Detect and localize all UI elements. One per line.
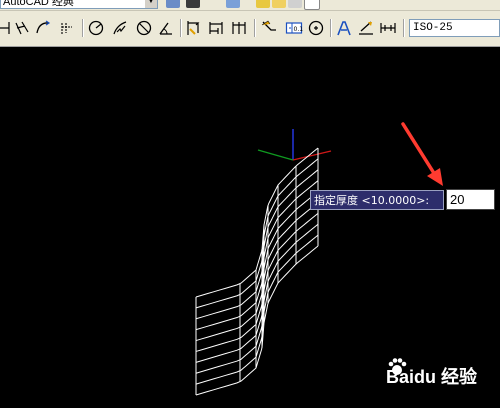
tolerance-icon[interactable]: 0.1: [284, 18, 304, 38]
dim-text-edit-icon[interactable]: [356, 18, 376, 38]
model-space[interactable]: [0, 46, 500, 408]
toolbar-separator: [82, 19, 84, 37]
chevron-down-icon[interactable]: ▼: [145, 0, 157, 8]
red-arrow-annotation: [401, 122, 443, 186]
layer-manager-icon[interactable]: [226, 0, 240, 8]
dim-radius-icon[interactable]: [86, 18, 106, 38]
quick-dim-icon[interactable]: [184, 18, 204, 38]
dim-baseline-icon[interactable]: [206, 18, 226, 38]
quick-leader-icon[interactable]: [259, 18, 279, 38]
extruded-surface: [195, 147, 319, 396]
toolbar-separator: [180, 19, 182, 37]
ucs-icon: [257, 129, 332, 161]
wire-curve: [195, 180, 319, 331]
baidu-watermark: Baidu 经验: [386, 356, 500, 396]
dynamic-input-prompt: 指定厚度 <10.0000>:: [310, 190, 444, 210]
workspace-dropdown[interactable]: AutoCAD 经典 ▼: [0, 0, 158, 9]
layer-color-icon[interactable]: [304, 0, 320, 10]
svg-text:0.1: 0.1: [294, 26, 304, 33]
save-workspace-icon[interactable]: [186, 0, 200, 8]
wire-curve: [195, 147, 319, 298]
center-mark-icon[interactable]: [306, 18, 326, 38]
layer-freeze-icon[interactable]: [272, 0, 286, 8]
dim-ordinate-icon[interactable]: [57, 18, 77, 38]
workspace-value: AutoCAD 经典: [3, 0, 74, 8]
dim-style-value: ISO-25: [413, 22, 453, 34]
dim-update-icon[interactable]: [378, 18, 398, 38]
dim-edit-icon[interactable]: [334, 18, 354, 38]
dim-continue-icon[interactable]: [230, 18, 250, 38]
toolbar-separator: [330, 19, 332, 37]
wire-curve: [195, 169, 319, 320]
dim-arc-icon[interactable]: [33, 18, 53, 38]
dimension-toolbar: 0.1 ISO-25: [0, 16, 500, 40]
dim-jogged-icon[interactable]: [110, 18, 130, 38]
workspace-toolbar: AutoCAD 经典 ▼: [0, 0, 500, 11]
dim-aligned-icon[interactable]: [12, 18, 32, 38]
toolbar-separator: [403, 19, 405, 37]
layer-lock-icon[interactable]: [288, 0, 302, 8]
drawing-area[interactable]: 指定厚度 <10.0000>: 20 Baidu 经验: [0, 46, 500, 408]
layer-on-icon[interactable]: [256, 0, 270, 8]
toolbar-area: AutoCAD 经典 ▼ 0.1 ISO-25: [0, 0, 500, 47]
wire-curve: [195, 158, 319, 309]
thickness-value: 20: [450, 192, 465, 207]
dim-angular-icon[interactable]: [156, 18, 176, 38]
toolbar-separator: [254, 19, 256, 37]
dim-diameter-icon[interactable]: [134, 18, 154, 38]
dim-style-dropdown[interactable]: ISO-25: [409, 19, 500, 37]
thickness-input[interactable]: 20: [446, 189, 495, 210]
paw-icon: [388, 358, 407, 375]
prompt-label: 指定厚度 <10.0000>:: [314, 194, 430, 207]
workspace-settings-icon[interactable]: [166, 0, 180, 8]
